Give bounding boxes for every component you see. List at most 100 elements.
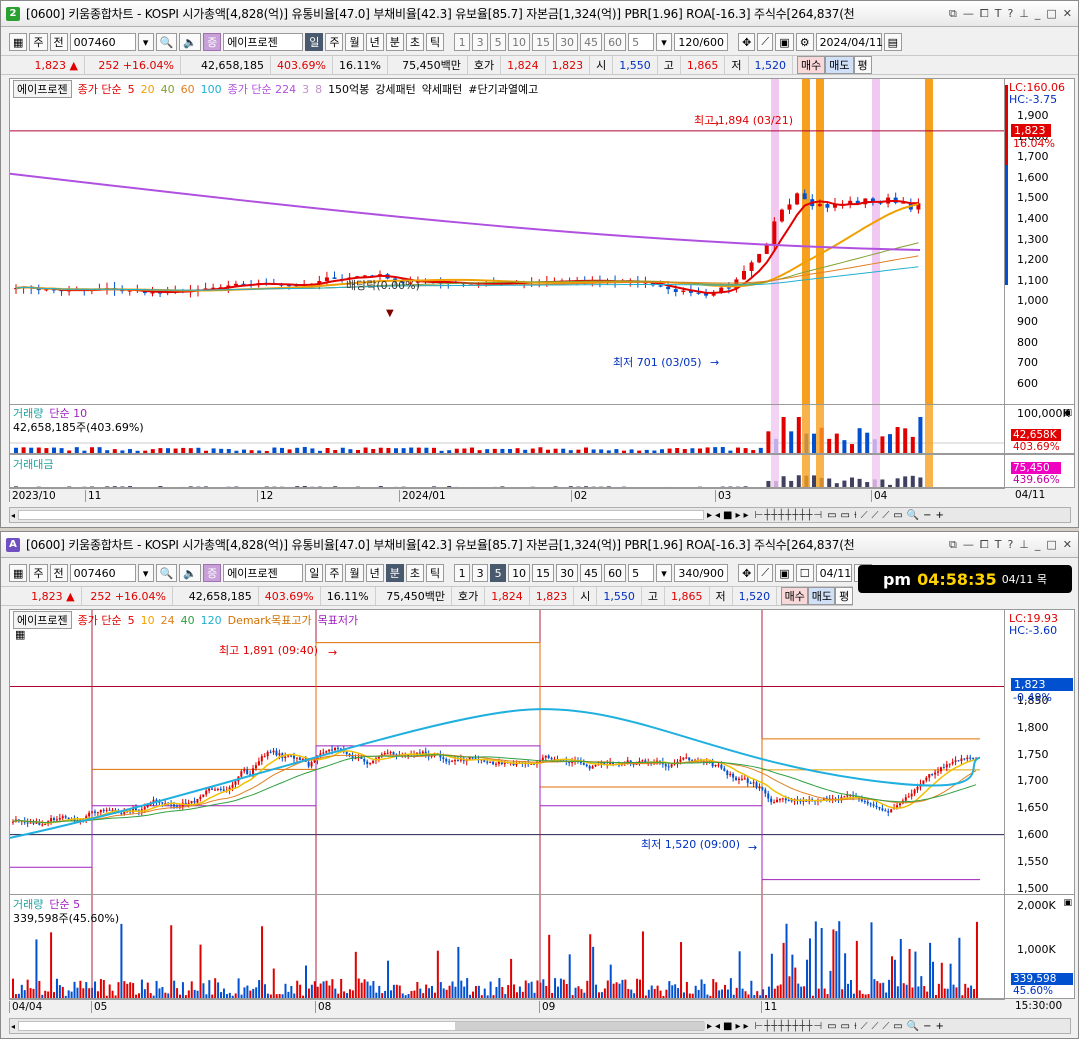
text-icon[interactable]: T: [995, 538, 1002, 552]
eval-button[interactable]: 평: [835, 587, 853, 605]
interval-3[interactable]: 3: [472, 564, 489, 582]
period-month[interactable]: 월: [345, 564, 364, 582]
period-day[interactable]: 일: [305, 564, 324, 582]
market-button[interactable]: 전: [49, 33, 68, 51]
date-field[interactable]: 04/11: [815, 564, 852, 582]
candlestick-chart[interactable]: →→: [10, 610, 1005, 895]
interval-60[interactable]: 60: [604, 564, 627, 582]
scroll-track[interactable]: [18, 1021, 705, 1031]
line-tool-icon[interactable]: ⟋: [757, 564, 774, 582]
period-second[interactable]: 초: [405, 33, 424, 51]
chart-tools-icons[interactable]: ▭▭⟊⟋⟋⟋▭🔍−+: [823, 1021, 948, 1032]
interval-30[interactable]: 30: [556, 564, 579, 582]
grid-icon[interactable]: ▦: [9, 564, 28, 582]
candlestick-chart[interactable]: →→▼: [10, 79, 1005, 405]
interval-select[interactable]: 5: [628, 564, 655, 582]
chart-tools-icons[interactable]: ▭▭⟊⟋⟋⟋▭🔍−+: [823, 510, 948, 521]
scroll-thumb[interactable]: [455, 1022, 705, 1030]
data-count-field[interactable]: 340/900: [674, 564, 729, 582]
period-month[interactable]: 월: [345, 33, 364, 51]
calendar-icon[interactable]: ▤: [883, 33, 902, 51]
scroll-left-icon[interactable]: ◂: [10, 511, 18, 520]
date-field[interactable]: 2024/04/11: [815, 33, 883, 51]
link-icon[interactable]: ⧉: [949, 7, 957, 21]
restore-icon[interactable]: ⧠: [980, 7, 989, 21]
interval-45[interactable]: 45: [580, 564, 603, 582]
sell-button[interactable]: 매도: [808, 587, 836, 605]
restore-icon[interactable]: ⧠: [980, 538, 989, 552]
volume-chart[interactable]: [10, 405, 1005, 454]
crosshair-icon[interactable]: ✥: [738, 33, 756, 51]
interval-5[interactable]: 5: [490, 33, 507, 51]
period-second[interactable]: 초: [405, 564, 424, 582]
close-icon[interactable]: ✕: [1063, 538, 1072, 552]
interval-dropdown-icon[interactable]: ▾: [656, 564, 673, 582]
save-icon[interactable]: ▣: [775, 33, 794, 51]
minimize-icon[interactable]: —: [963, 7, 974, 21]
interval-dropdown-icon[interactable]: ▾: [656, 33, 673, 51]
interval-15[interactable]: 15: [532, 33, 555, 51]
sound-icon[interactable]: 🔈: [179, 564, 202, 582]
interval-10[interactable]: 10: [508, 33, 531, 51]
amount-chart[interactable]: [10, 455, 1005, 488]
pin-icon[interactable]: ⊥: [1019, 7, 1029, 21]
period-day[interactable]: 일: [305, 33, 324, 51]
period-minute[interactable]: 분: [385, 564, 404, 582]
interval-60[interactable]: 60: [604, 33, 627, 51]
period-year[interactable]: 년: [365, 564, 384, 582]
grid-icon[interactable]: ▦: [9, 33, 28, 51]
scroll-track[interactable]: [18, 510, 704, 520]
volume-chart-area[interactable]: [9, 894, 1005, 999]
zoom-slider-icon[interactable]: ⊢┼┼┼┼┼┼┼⊣: [755, 1021, 824, 1032]
buy-button[interactable]: 매수: [797, 56, 826, 74]
volume-chart[interactable]: [10, 895, 1005, 999]
interval-3[interactable]: 3: [472, 33, 489, 51]
amount-chart-area[interactable]: [9, 454, 1005, 488]
eval-button[interactable]: 평: [853, 56, 872, 74]
period-tick[interactable]: 틱: [425, 564, 445, 582]
line-tool-icon[interactable]: ⟋: [757, 33, 774, 51]
sell-button[interactable]: 매도: [825, 56, 854, 74]
link-icon[interactable]: ⧉: [949, 538, 957, 552]
help-icon[interactable]: ?: [1007, 538, 1013, 552]
sound-icon[interactable]: 🔈: [179, 33, 202, 51]
period-year[interactable]: 년: [365, 33, 384, 51]
period-week[interactable]: 주: [325, 564, 344, 582]
price-chart-area[interactable]: → →: [9, 609, 1005, 895]
interval-15[interactable]: 15: [532, 564, 555, 582]
text-icon[interactable]: T: [995, 7, 1002, 21]
interval-1[interactable]: 1: [454, 564, 471, 582]
window-number-badge[interactable]: A: [6, 537, 20, 552]
buy-button[interactable]: 매수: [781, 587, 809, 605]
checkbox[interactable]: ☐: [795, 564, 814, 582]
interval-select[interactable]: 5: [628, 33, 655, 51]
interval-30[interactable]: 30: [556, 33, 579, 51]
stock-code-input[interactable]: 007460: [69, 33, 136, 51]
playback-controls-icon[interactable]: ▸◂■▸▸: [704, 1021, 755, 1032]
table-icon[interactable]: ▦: [15, 628, 25, 641]
window-number-badge[interactable]: 2: [6, 6, 20, 21]
price-axis[interactable]: LC:19.93 HC:-3.60 1,850 1,800 1,750 1,700 1,…: [1005, 609, 1075, 895]
stock-type-button[interactable]: 주: [29, 33, 48, 51]
search-icon[interactable]: 🔍: [155, 33, 178, 51]
interval-5[interactable]: 5: [490, 564, 507, 582]
stock-type-button[interactable]: 주: [29, 564, 48, 582]
maximize-icon[interactable]: □: [1046, 538, 1056, 552]
price-axis[interactable]: LC:160.06 HC:-3.75 1,9001,8001,7001,6001…: [1005, 78, 1075, 405]
pin-icon[interactable]: ⊥: [1019, 538, 1029, 552]
minimize-window-icon[interactable]: _: [1035, 7, 1041, 21]
data-count-field[interactable]: 120/600: [674, 33, 729, 51]
period-tick[interactable]: 틱: [425, 33, 445, 51]
volume-panel-close-icon[interactable]: ▣: [1063, 408, 1072, 418]
maximize-icon[interactable]: □: [1046, 7, 1056, 21]
chart-scrollbar[interactable]: ◂ ▸◂■▸▸ ⊢┼┼┼┼┼┼┼⊣ ▭▭⟊⟋⟋⟋▭🔍−+: [9, 1018, 1071, 1034]
scroll-left-icon[interactable]: ◂: [10, 1022, 18, 1031]
minimize-icon[interactable]: —: [963, 538, 974, 552]
interval-45[interactable]: 45: [580, 33, 603, 51]
volume-panel-close-icon[interactable]: ▣: [1063, 898, 1072, 908]
period-week[interactable]: 주: [325, 33, 344, 51]
price-chart-area[interactable]: → → ▼: [9, 78, 1005, 405]
market-button[interactable]: 전: [49, 564, 68, 582]
zoom-slider-icon[interactable]: ⊢┼┼┼┼┼┼┼⊣: [755, 510, 824, 521]
save-icon[interactable]: ▣: [775, 564, 794, 582]
